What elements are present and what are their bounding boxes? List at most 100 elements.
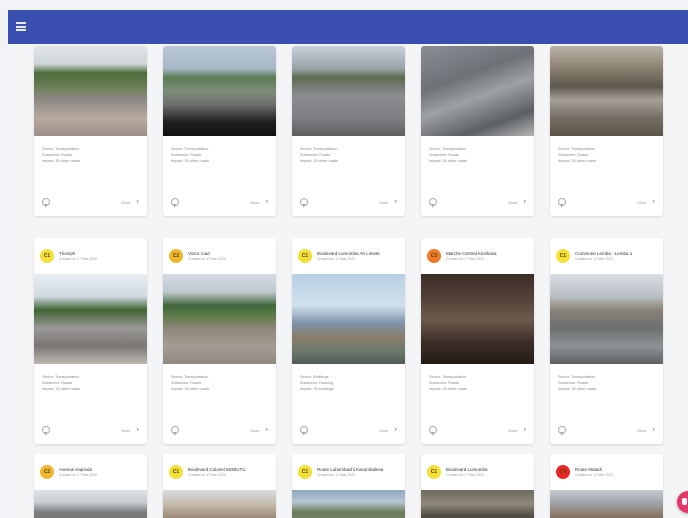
location-pin-icon[interactable] [42,426,50,434]
location-pin-icon[interactable] [300,198,308,206]
site-photo[interactable] [550,46,663,136]
card-title: Route Matadi [575,467,602,472]
impact-text: Impact: 30 buildings [300,387,334,391]
site-photo[interactable] [34,46,147,136]
more-label: More [121,199,131,205]
card-details: Sector: Transportation Subsector: Roads Im… [421,364,534,416]
card-title: Boulevard Lumumba [446,467,488,472]
category-avatar: C1 [169,465,183,479]
card-actions: More ▾ [163,416,276,444]
category-avatar: C2 [40,465,54,479]
more-button[interactable]: More ▾ [508,199,526,205]
report-card[interactable]: C1 Boulevard Colonel MOBUTU Created on 17 … [163,454,276,518]
impact-text: Impact: 30 other roads [558,159,596,163]
location-pin-icon[interactable] [42,198,50,206]
card-date: Created on 17 Mar 2020 [59,257,97,261]
location-pin-icon[interactable] [171,426,179,434]
category-avatar: C1 [556,249,570,263]
more-button[interactable]: More ▾ [121,427,139,433]
card-header-text: Commune Lemba - Lemba 1 Created on 17 Mar… [575,251,632,261]
app-window: Sector: Transportation Subsector: Roads Im… [8,10,688,518]
more-button[interactable]: More ▾ [637,427,655,433]
chevron-down-icon: ▾ [265,427,268,433]
card-header-text: Triumph Created on 17 Mar 2020 [59,251,97,261]
card-details: Sector: Transportation Subsector: Roads Im… [421,136,534,188]
report-card[interactable]: Sector: Transportation Subsector: Roads Im… [163,46,276,216]
site-photo[interactable] [163,490,276,518]
site-photo[interactable] [292,490,405,518]
card-date: Created on 17 Mar 2020 [575,257,613,261]
report-card[interactable]: Sector: Transportation Subsector: Roads Im… [292,46,405,216]
site-photo[interactable] [292,46,405,136]
more-button[interactable]: More ▾ [637,199,655,205]
card-header-text: Boulevard Lumumba Created on 17 Mar 2020 [446,467,488,477]
report-card[interactable]: Sector: Transportation Subsector: Roads Im… [421,46,534,216]
impact-text: Impact: 30 other roads [558,387,596,391]
more-button[interactable]: More ▾ [250,199,268,205]
site-photo[interactable] [421,46,534,136]
card-details: Sector: Transportation Subsector: Roads Im… [34,364,147,416]
more-label: More [121,427,131,433]
card-title: Triumph [59,251,76,256]
category-avatar: C1 [40,249,54,263]
site-photo[interactable] [163,274,276,364]
chevron-down-icon: ▾ [652,427,655,433]
site-photo[interactable] [292,274,405,364]
more-label: More [637,427,647,433]
card-actions: More ▾ [292,416,405,444]
location-pin-icon[interactable] [558,426,566,434]
card-date: Created on 17 Mar 2020 [446,473,484,477]
card-actions: More ▾ [163,188,276,216]
location-pin-icon[interactable] [558,198,566,206]
report-card[interactable]: C1 Triumph Created on 17 Mar 2020 Sector: T… [34,238,147,444]
menu-icon[interactable] [16,22,26,31]
more-button[interactable]: More ▾ [508,427,526,433]
more-button[interactable]: More ▾ [379,427,397,433]
impact-text: Impact: 30 other roads [429,159,467,163]
card-actions: More ▾ [34,188,147,216]
more-label: More [250,427,260,433]
report-card[interactable]: C2 Victor road Created on 17 Mar 2020 Secto… [163,238,276,444]
location-pin-icon[interactable] [429,198,437,206]
site-photo[interactable] [34,490,147,518]
report-card[interactable]: C1 Route Lubumbashi Kasumbalesa Created on… [292,454,405,518]
card-header-text: Marche Central Kinshasa Created on 17 Mar… [446,251,497,261]
site-photo[interactable] [421,274,534,364]
report-card[interactable]: C4 Route Matadi Created on 17 Mar 2020 [550,454,663,518]
site-photo[interactable] [550,490,663,518]
more-button[interactable]: More ▾ [250,427,268,433]
impact-text: Impact: 30 other roads [42,387,80,391]
report-card[interactable]: Sector: Transportation Subsector: Roads Im… [34,46,147,216]
card-header: C2 Avenue Kapinda Created on 17 Mar 2020 [34,454,147,490]
site-photo[interactable] [550,274,663,364]
category-avatar: C1 [298,249,312,263]
report-card[interactable]: Sector: Transportation Subsector: Roads Im… [550,46,663,216]
chevron-down-icon: ▾ [394,427,397,433]
report-card[interactable]: C1 Commune Lemba - Lemba 1 Created on 17 M… [550,238,663,444]
site-photo[interactable] [163,46,276,136]
card-header: C1 Boulevard Colonel MOBUTU Created on 17 … [163,454,276,490]
card-title: Boulevard Colonel MOBUTU [188,467,246,472]
more-button[interactable]: More ▾ [379,199,397,205]
card-details: Sector: Buildings Subsector: Housing Impac… [292,364,405,416]
card-date: Created on 17 Mar 2020 [575,473,613,477]
site-photo[interactable] [421,490,534,518]
more-button[interactable]: More ▾ [121,199,139,205]
location-pin-icon[interactable] [171,198,179,206]
card-date: Created on 17 Mar 2020 [317,473,355,477]
card-date: Created on 17 Mar 2020 [188,473,226,477]
site-photo[interactable] [34,274,147,364]
category-avatar: C3 [427,249,441,263]
card-header-text: Route Lubumbashi Kasumbalesa Created on 1… [317,467,383,477]
card-header: C1 Commune Lemba - Lemba 1 Created on 17 M… [550,238,663,274]
report-card[interactable]: C1 Boulevard Lumumba Created on 17 Mar 202… [421,454,534,518]
report-card[interactable]: C1 Boulevard Lumumba Ah Limete Created on … [292,238,405,444]
impact-text: Impact: 30 other roads [429,387,467,391]
location-pin-icon[interactable] [300,426,308,434]
location-pin-icon[interactable] [429,426,437,434]
report-card[interactable]: C2 Avenue Kapinda Created on 17 Mar 2020 [34,454,147,518]
card-actions: More ▾ [550,188,663,216]
category-avatar: C2 [169,249,183,263]
card-header: C1 Triumph Created on 17 Mar 2020 [34,238,147,274]
report-card[interactable]: C3 Marche Central Kinshasa Created on 17 M… [421,238,534,444]
